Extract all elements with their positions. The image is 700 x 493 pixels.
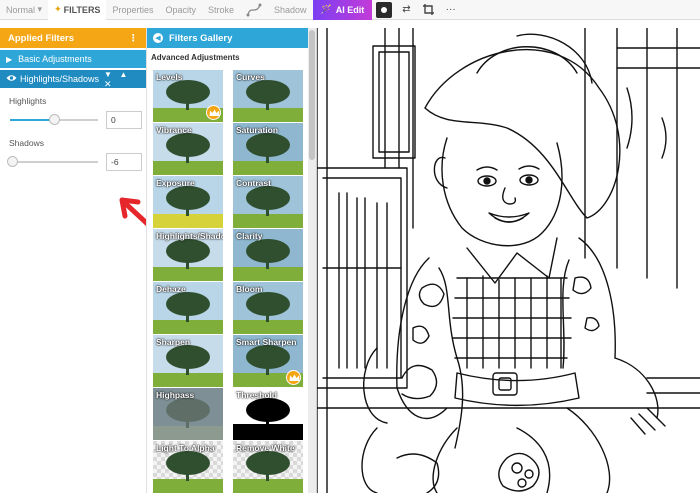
slider-thumb[interactable] — [7, 156, 18, 167]
chevron-down-icon[interactable]: ▼ — [104, 70, 112, 79]
filter-tile[interactable]: Smart Sharpen — [233, 335, 303, 387]
filter-tile-label: Levels — [156, 72, 183, 82]
shadows-slider[interactable] — [7, 156, 98, 167]
shadows-input[interactable]: -6 — [106, 153, 142, 171]
filter-tile-label: Light To Alpha — [156, 443, 215, 453]
applied-filters-header: Applied Filters ⋮ — [0, 28, 146, 48]
section-basic-adjustments[interactable]: ▶ Basic Adjustments — [0, 50, 146, 68]
filter-tile[interactable]: Bloom — [233, 282, 303, 334]
scrollbar-thumb[interactable] — [309, 30, 315, 160]
filter-tile-label: Dehaze — [156, 284, 186, 294]
flip-icon[interactable]: ⇄ — [396, 0, 416, 20]
curve-tool[interactable] — [240, 0, 268, 20]
filter-tile-label: Exposure — [156, 178, 195, 188]
sparkle-icon: ✦ — [54, 4, 62, 14]
eye-icon[interactable] — [6, 74, 17, 84]
filter-tile[interactable]: Curves — [233, 70, 303, 122]
filter-tile[interactable]: Dehaze — [153, 282, 223, 334]
image-canvas[interactable] — [316, 28, 700, 493]
chevron-up-icon[interactable]: ▲ — [119, 70, 127, 79]
filter-tile-label: Remove White — [236, 443, 295, 453]
caret-right-icon: ▶ — [6, 54, 13, 64]
circle-icon — [381, 6, 388, 13]
crown-icon — [286, 370, 301, 385]
filter-tile[interactable]: Light To Alpha — [153, 441, 223, 493]
advanced-adjustments-heading: Advanced Adjustments — [151, 53, 240, 62]
filter-tile-label: Curves — [236, 72, 265, 82]
filter-tile[interactable]: Remove White — [233, 441, 303, 493]
filter-tile-label: Saturation — [236, 125, 279, 135]
tab-filters[interactable]: ✦ FILTERS — [48, 0, 107, 20]
shadows-control: -6 — [7, 152, 146, 172]
filter-tile[interactable]: Contrast — [233, 176, 303, 228]
filter-tile[interactable]: Highpass — [153, 388, 223, 440]
kebab-menu-icon[interactable]: ⋮ — [129, 33, 139, 44]
crop-icon[interactable] — [417, 0, 440, 20]
section-label: Highlights/Shadows — [20, 74, 100, 84]
tab-opacity[interactable]: Opacity — [159, 0, 202, 20]
highlights-input[interactable]: 0 — [106, 111, 142, 129]
section-label: Basic Adjustments — [18, 54, 92, 64]
filter-tile[interactable]: Highlights/Shadows — [153, 229, 223, 281]
curve-icon — [246, 3, 262, 16]
top-toolbar: Normal ▾ ✦ FILTERS Properties Opacity Str… — [0, 0, 700, 20]
tab-shadow[interactable]: Shadow — [268, 0, 313, 20]
filters-gallery-title: Filters Gallery — [169, 32, 233, 44]
filter-tile-label: Highpass — [156, 390, 195, 400]
filter-tile-label: Bloom — [236, 284, 263, 294]
crown-icon — [206, 105, 221, 120]
applied-filters-title: Applied Filters — [8, 32, 74, 44]
color-swatch-button[interactable] — [376, 1, 393, 18]
filter-tile[interactable]: Clarity — [233, 229, 303, 281]
filter-tile[interactable]: Vibrance — [153, 123, 223, 175]
highlights-label: Highlights — [9, 96, 47, 106]
gallery-scrollbar[interactable] — [308, 28, 316, 493]
section-highlights-shadows[interactable]: Highlights/Shadows ▼ ▲ ✕ — [0, 70, 146, 89]
close-icon[interactable]: ✕ — [104, 79, 112, 89]
chevron-down-icon: ▾ — [37, 4, 43, 14]
ai-edit-button[interactable]: 🪄 AI Edit — [312, 0, 373, 20]
slider-thumb[interactable] — [49, 114, 60, 125]
ai-edit-label: AI Edit — [335, 4, 365, 15]
filter-tile-label: Highlights/Shadows — [156, 231, 223, 241]
tab-stroke[interactable]: Stroke — [202, 0, 240, 20]
filter-tile[interactable]: Threshold — [233, 388, 303, 440]
filter-tile[interactable]: Sharpen — [153, 335, 223, 387]
applied-filters-panel: Applied Filters ⋮ ▶ Basic Adjustments Hi… — [0, 28, 157, 493]
blend-mode-label: Normal — [6, 4, 36, 15]
magic-wand-icon: 🪄 — [320, 4, 332, 14]
more-options-icon[interactable]: ··· — [440, 0, 462, 20]
back-arrow-icon[interactable]: ◀ — [153, 33, 163, 43]
highlights-slider[interactable] — [10, 114, 98, 125]
filters-gallery-header: ◀ Filters Gallery — [147, 28, 308, 48]
filter-tile-label: Clarity — [236, 231, 263, 241]
filter-tile-label: Vibrance — [156, 125, 192, 135]
tab-properties[interactable]: Properties — [106, 0, 159, 20]
filter-tile-label: Contrast — [236, 178, 271, 188]
highlights-control: 0 — [10, 110, 146, 130]
filter-tile[interactable]: Exposure — [153, 176, 223, 228]
filters-gallery-panel: ◀ Filters Gallery Advanced Adjustments L… — [146, 28, 308, 493]
filter-tile[interactable]: Levels — [153, 70, 223, 122]
slider-fill — [10, 119, 54, 121]
filter-tile-label: Threshold — [236, 390, 278, 400]
filter-tile-label: Sharpen — [156, 337, 191, 347]
tab-filters-label: FILTERS — [63, 4, 101, 15]
coloring-page-illustration — [317, 28, 700, 493]
filter-tile-label: Smart Sharpen — [236, 337, 297, 347]
filter-tile[interactable]: Saturation — [233, 123, 303, 175]
shadows-label: Shadows — [9, 138, 44, 148]
blend-mode-dropdown[interactable]: Normal ▾ — [0, 0, 48, 20]
